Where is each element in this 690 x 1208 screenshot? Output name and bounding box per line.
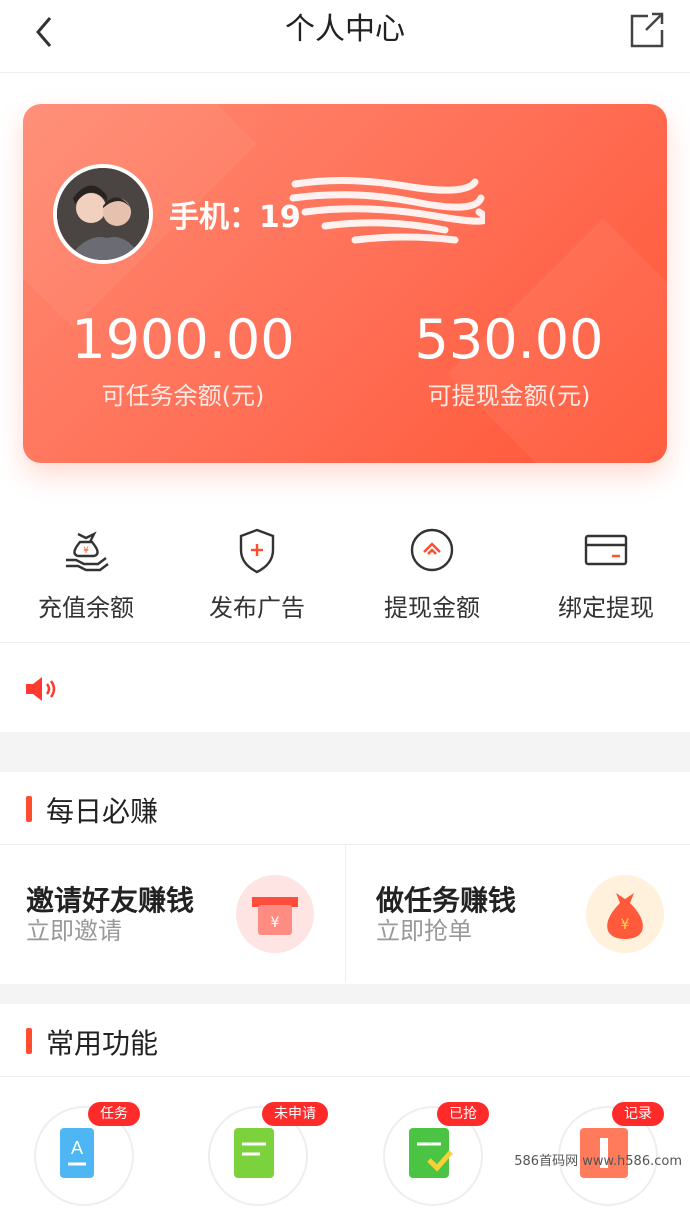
money-bag-hand-icon: ¥ xyxy=(62,526,110,574)
withdrawable-label: 可提现金额(元) xyxy=(427,382,591,410)
invite-card[interactable]: 邀请好友赚钱 立即邀请 ¥ xyxy=(0,845,345,983)
invite-sub: 立即邀请 xyxy=(26,917,122,945)
badge-grabbed: 已抢 xyxy=(437,1102,489,1126)
bind-withdraw-button[interactable]: 绑定提现 xyxy=(520,526,690,623)
divider xyxy=(0,642,690,643)
shield-plus-icon xyxy=(233,526,281,574)
red-envelope-icon: ¥ xyxy=(236,875,314,953)
back-icon[interactable] xyxy=(26,12,66,52)
speaker-icon[interactable] xyxy=(24,674,60,704)
action-label: 充值余额 xyxy=(38,594,134,622)
section-spacer xyxy=(0,732,690,772)
phone-redaction-mask xyxy=(285,174,490,250)
section-marker xyxy=(26,796,32,822)
badge-unapplied: 未申请 xyxy=(262,1102,328,1126)
task-earn-card[interactable]: 做任务赚钱 立即抢单 ¥ xyxy=(346,845,690,983)
action-label: 绑定提现 xyxy=(558,594,654,622)
coin-icon xyxy=(408,526,456,574)
recharge-button[interactable]: ¥ 充值余额 xyxy=(0,526,172,623)
share-icon[interactable] xyxy=(626,10,666,50)
page-title: 个人中心 xyxy=(285,12,405,47)
task-balance-label: 可任务余额(元) xyxy=(101,382,265,410)
section-marker xyxy=(26,1028,32,1054)
publish-ad-button[interactable]: 发布广告 xyxy=(171,526,343,623)
section-title-functions: 常用功能 xyxy=(46,1027,159,1060)
section-spacer xyxy=(0,984,690,1004)
phone-number: 手机：19 xyxy=(169,200,301,235)
action-label: 提现金额 xyxy=(384,594,480,622)
action-label: 发布广告 xyxy=(209,594,305,622)
svg-text:¥: ¥ xyxy=(271,915,280,931)
divider xyxy=(0,1076,690,1077)
svg-text:A: A xyxy=(71,1138,83,1158)
badge-task: 任务 xyxy=(88,1102,140,1126)
task-earn-sub: 立即抢单 xyxy=(376,917,472,945)
card-icon xyxy=(582,526,630,574)
task-balance-value: 1900.00 xyxy=(71,308,295,371)
watermark: 586首码网 www.h586.com xyxy=(514,1154,682,1169)
svg-text:¥: ¥ xyxy=(83,546,89,556)
section-title-daily: 每日必赚 xyxy=(46,795,159,828)
account-card: 手机：19 1900.00 可任务余额(元) 530.00 可提现金额(元) xyxy=(23,104,667,463)
withdrawable-value: 530.00 xyxy=(414,308,604,371)
svg-text:¥: ¥ xyxy=(621,917,630,933)
badge-records: 记录 xyxy=(612,1102,664,1126)
withdraw-amount-button[interactable]: 提现金额 xyxy=(346,526,518,623)
avatar[interactable] xyxy=(53,164,153,264)
money-bag-icon: ¥ xyxy=(586,875,664,953)
